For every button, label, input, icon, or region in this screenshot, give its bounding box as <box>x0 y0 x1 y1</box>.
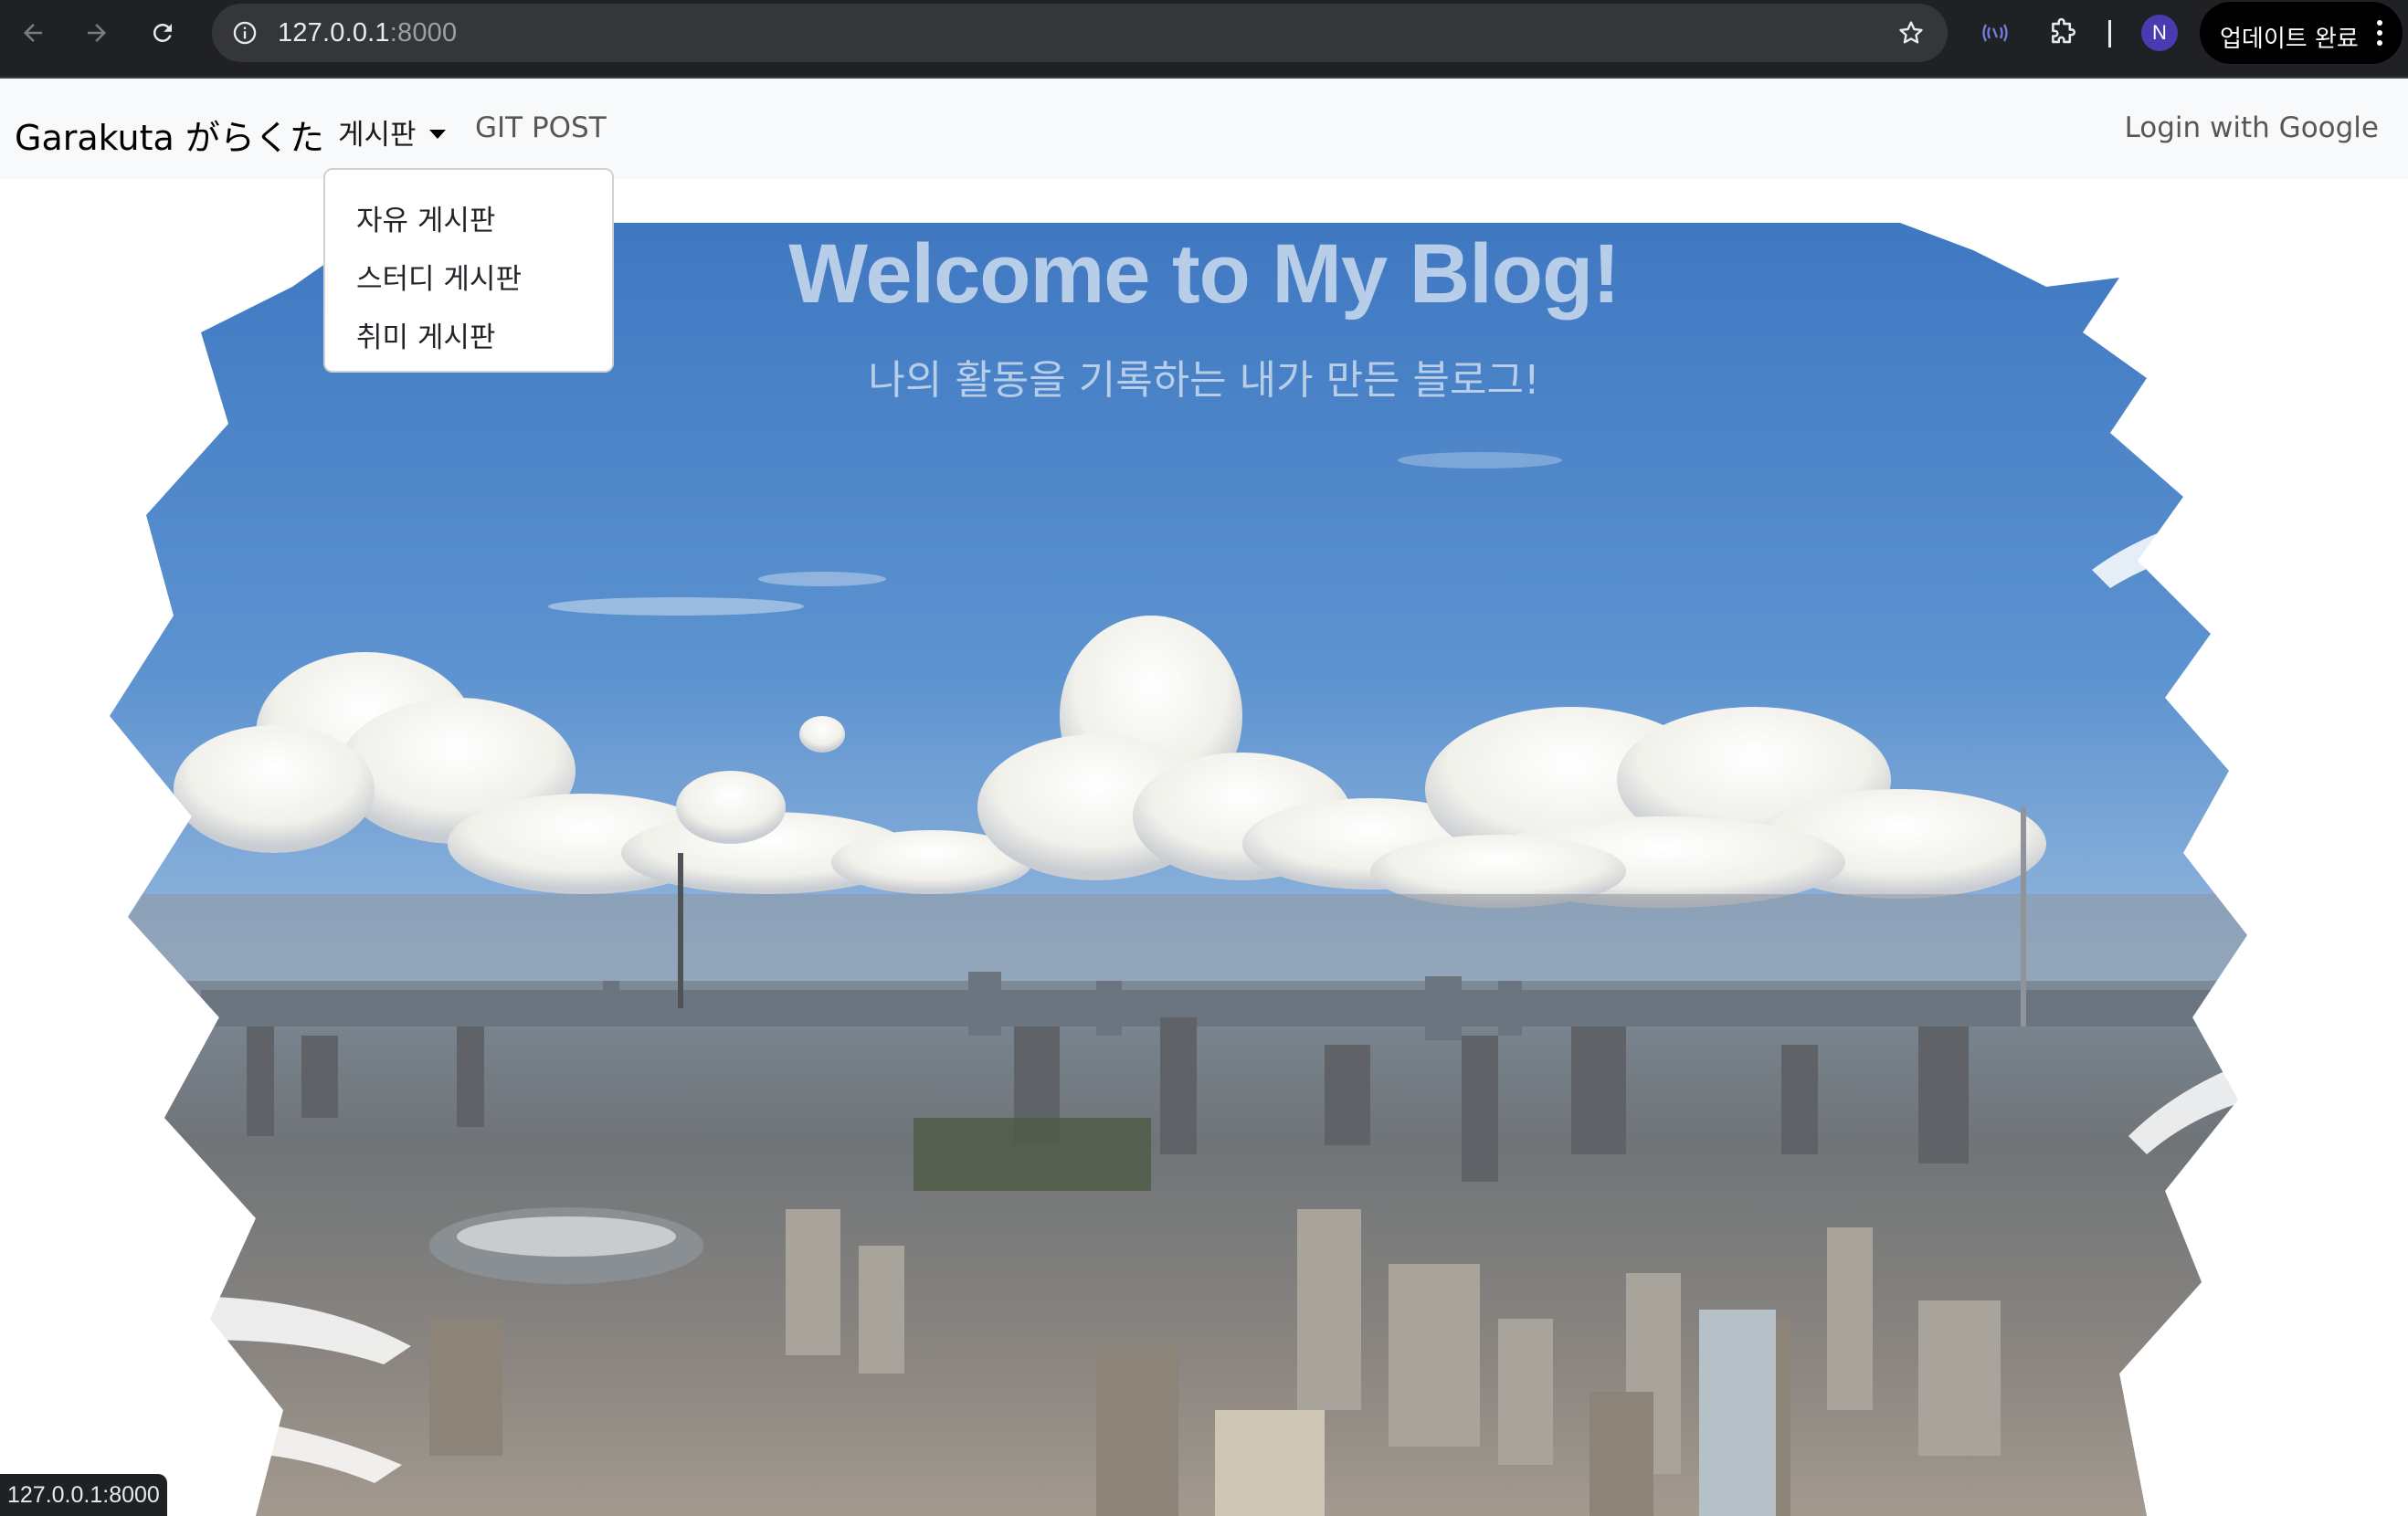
bookmark-button[interactable] <box>1893 15 1929 51</box>
forward-button[interactable] <box>77 13 117 53</box>
hero-image <box>110 223 2302 1516</box>
more-menu-icon <box>2377 20 2382 46</box>
browser-toolbar: 127.0.0.1:8000 N 업데이트 완료 <box>0 0 2408 79</box>
hero-cityscape-illustration <box>110 223 2302 1516</box>
reload-button[interactable] <box>143 13 183 53</box>
board-menu-label: 게시판 <box>338 119 417 152</box>
extensions-puzzle-icon <box>2052 17 2075 44</box>
login-with-google-link[interactable]: Login with Google <box>2125 111 2379 144</box>
cast-extension-button[interactable] <box>1975 13 2015 53</box>
link-status-bubble: 127.0.0.1:8000 <box>0 1474 167 1516</box>
caret-down-icon <box>428 130 446 139</box>
back-button[interactable] <box>13 13 53 53</box>
site-navbar: Garakuta がらくた 게시판 GIT POST Login with Go… <box>0 79 2408 179</box>
forward-arrow-icon <box>88 24 106 42</box>
bookmark-star-icon <box>1899 21 1923 44</box>
cast-extension-icon <box>1982 24 2008 42</box>
update-label: 업데이트 완료 <box>2220 26 2359 53</box>
url-port: :8000 <box>389 18 458 47</box>
dropdown-item-study-board[interactable]: 스터디 게시판 <box>356 256 522 297</box>
update-button[interactable]: 업데이트 완료 <box>2200 2 2403 64</box>
board-dropdown-menu: 자유 게시판 스터디 게시판 취미 게시판 <box>323 168 614 373</box>
back-arrow-icon <box>24 24 42 42</box>
toolbar-divider <box>2108 20 2111 47</box>
profile-avatar[interactable]: N <box>2141 15 2178 51</box>
extensions-button[interactable] <box>2043 13 2083 53</box>
board-dropdown-toggle[interactable]: 게시판 <box>338 111 446 153</box>
site-info-button[interactable] <box>227 15 263 51</box>
dropdown-item-hobby-board[interactable]: 취미 게시판 <box>356 314 495 355</box>
dropdown-item-free-board[interactable]: 자유 게시판 <box>356 197 495 238</box>
url-text[interactable]: 127.0.0.1:8000 <box>278 18 457 48</box>
address-bar[interactable]: 127.0.0.1:8000 <box>212 4 1948 62</box>
site-brand[interactable]: Garakuta がらくた <box>15 110 324 160</box>
reload-icon <box>153 23 172 42</box>
url-host: 127.0.0.1 <box>278 18 390 47</box>
site-info-icon <box>233 21 257 45</box>
git-post-link[interactable]: GIT POST <box>475 111 607 144</box>
